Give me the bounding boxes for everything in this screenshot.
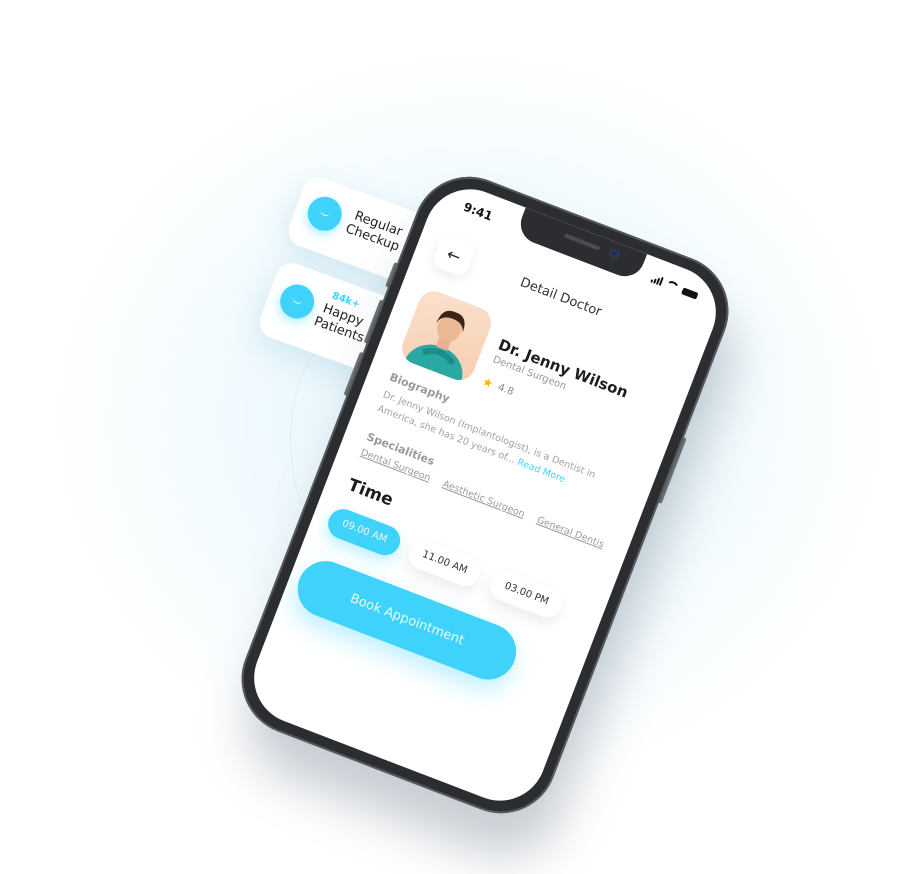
status-time: 9:41: [461, 199, 495, 224]
signal-icon: [650, 274, 664, 287]
wifi-icon: [664, 279, 681, 293]
time-slot-selected[interactable]: 09.00 AM: [323, 504, 405, 560]
doctor-portrait: [403, 310, 465, 385]
battery-icon: [681, 287, 699, 300]
book-appointment-button[interactable]: Book Appointment: [289, 552, 525, 688]
status-icons: [650, 274, 699, 300]
smile-icon: [275, 279, 319, 324]
speciality-item[interactable]: General Dentis: [535, 515, 605, 551]
doctor-rating: ★ 4.8: [480, 374, 516, 399]
star-icon: ★: [480, 374, 496, 392]
time-slot[interactable]: 03.00 PM: [486, 567, 567, 622]
rating-value: 4.8: [496, 381, 516, 398]
speaker: [563, 233, 601, 251]
camera-icon: [609, 249, 620, 259]
time-title: Time: [345, 475, 396, 511]
time-slot[interactable]: 11.00 AM: [404, 535, 486, 591]
speciality-item[interactable]: Aesthetic Surgeon: [441, 479, 526, 520]
smile-icon: [302, 192, 347, 236]
doctor-photo: [397, 286, 496, 385]
